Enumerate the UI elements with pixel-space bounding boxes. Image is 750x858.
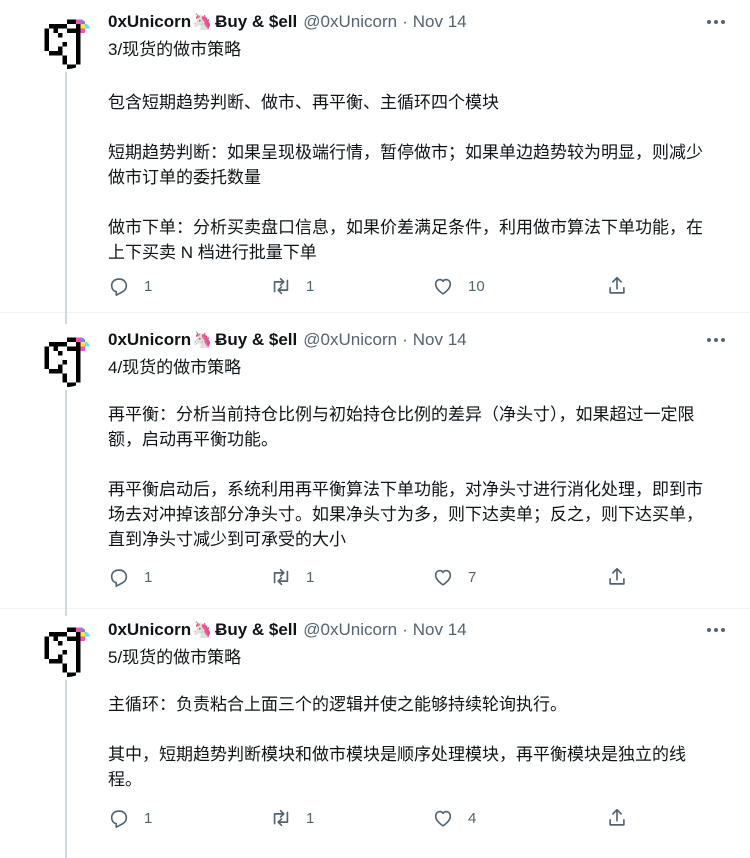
tweet-header: 0xUnicorn 🦄 Ƀuy & $ell @0xUnicorn · Nov …: [108, 328, 730, 352]
share-button[interactable]: [606, 275, 628, 297]
share-icon: [609, 808, 625, 826]
tweet-timestamp[interactable]: Nov 14: [413, 330, 467, 350]
author-name-suffix[interactable]: Ƀuy & $ell: [215, 620, 297, 640]
more-options-button[interactable]: [704, 328, 728, 352]
author-name-suffix[interactable]: Ƀuy & $ell: [215, 12, 297, 32]
retweet-count: 1: [306, 809, 315, 827]
tweet[interactable]: 0xUnicorn 🦄 Ƀuy & $ell @0xUnicorn · Nov …: [0, 0, 750, 313]
retweet-button[interactable]: 1: [270, 566, 314, 588]
tweet-title: 3/现货的做市策略: [108, 40, 242, 59]
separator-dot: ·: [402, 620, 408, 639]
thread-connector-line: [65, 608, 67, 616]
share-icon: [609, 567, 625, 585]
tweet-paragraph: 做市下单：分析买卖盘口信息，如果价差满足条件，利用做市算法下单功能，在上下买卖 …: [108, 218, 703, 262]
tweet-body: 包含短期趋势判断、做市、再平衡、主循环四个模块 短期趋势判断：如果呈现极端行情，…: [108, 90, 718, 290]
tweet-body: 主循环：负责粘合上面三个的逻辑并使之能够持续轮询执行。 其中，短期趋势判断模块和…: [108, 692, 718, 817]
share-button[interactable]: [606, 566, 628, 588]
tweet-actions: 1 1 7: [108, 565, 628, 589]
like-button[interactable]: 4: [432, 807, 476, 829]
more-horizontal-icon: [707, 338, 725, 342]
tweet-header: 0xUnicorn 🦄 Ƀuy & $ell @0xUnicorn · Nov …: [108, 618, 730, 642]
thread-connector-line: [65, 390, 67, 608]
tweet-paragraph: 其中，短期趋势判断模块和做市模块是顺序处理模块，再平衡模块是独立的线程。: [108, 745, 686, 789]
tweet-actions: 1 1 10: [108, 274, 628, 298]
reply-icon: [110, 278, 128, 296]
like-count: 4: [468, 809, 477, 827]
reply-button[interactable]: 1: [108, 566, 152, 588]
unicorn-emoji-icon: 🦄: [192, 14, 213, 31]
tweet-timestamp[interactable]: Nov 14: [413, 12, 467, 32]
retweet-icon: [273, 568, 289, 586]
retweet-button[interactable]: 1: [270, 275, 314, 297]
avatar[interactable]: [40, 15, 94, 69]
retweet-icon: [273, 809, 289, 827]
more-horizontal-icon: [707, 20, 725, 24]
tweet-header: 0xUnicorn 🦄 Ƀuy & $ell @0xUnicorn · Nov …: [108, 10, 730, 34]
unicorn-pixel-avatar-icon: [44, 337, 90, 387]
unicorn-emoji-icon: 🦄: [192, 622, 213, 639]
reply-count: 1: [144, 277, 153, 295]
tweet-actions: 1 1 4: [108, 806, 628, 830]
avatar[interactable]: [40, 333, 94, 387]
retweet-count: 1: [306, 277, 315, 295]
like-count: 10: [468, 277, 485, 295]
thread-connector-line: [65, 312, 67, 324]
author-handle[interactable]: @0xUnicorn: [303, 12, 397, 32]
like-button[interactable]: 10: [432, 275, 485, 297]
separator-dot: ·: [402, 330, 408, 349]
share-icon: [609, 276, 625, 294]
author-name[interactable]: 0xUnicorn: [108, 330, 191, 350]
thread-connector-line: [65, 680, 67, 858]
reply-count: 1: [144, 809, 153, 827]
more-options-button[interactable]: [704, 10, 728, 34]
tweet-paragraph: 主循环：负责粘合上面三个的逻辑并使之能够持续轮询执行。: [108, 695, 567, 714]
retweet-count: 1: [306, 568, 315, 586]
retweet-button[interactable]: 1: [270, 807, 314, 829]
unicorn-pixel-avatar-icon: [44, 627, 90, 677]
tweet-paragraph: 再平衡：分析当前持仓比例与初始持仓比例的差异（净头寸），如果超过一定限额，启动再…: [108, 405, 695, 449]
author-handle[interactable]: @0xUnicorn: [303, 620, 397, 640]
reply-button[interactable]: 1: [108, 275, 152, 297]
avatar[interactable]: [40, 623, 94, 677]
tweet-paragraph: 短期趋势判断：如果呈现极端行情，暂停做市；如果单边趋势较为明显，则减少做市订单的…: [108, 143, 703, 187]
reply-count: 1: [144, 568, 153, 586]
author-handle[interactable]: @0xUnicorn: [303, 330, 397, 350]
unicorn-pixel-avatar-icon: [44, 19, 90, 69]
tweet-paragraph: 包含短期趋势判断、做市、再平衡、主循环四个模块: [108, 93, 499, 112]
reply-icon: [110, 810, 128, 828]
heart-icon: [434, 569, 452, 586]
heart-icon: [434, 278, 452, 295]
thread-connector-line: [65, 72, 67, 312]
tweet-paragraph: 再平衡启动后，系统利用再平衡算法下单功能，对净头寸进行消化处理，即到市场去对冲掉…: [108, 480, 703, 549]
reply-icon: [110, 569, 128, 587]
separator-dot: ·: [402, 12, 408, 31]
tweet-body: 再平衡：分析当前持仓比例与初始持仓比例的差异（净头寸），如果超过一定限额，启动再…: [108, 402, 718, 577]
share-button[interactable]: [606, 807, 628, 829]
retweet-icon: [273, 277, 289, 295]
like-button[interactable]: 7: [432, 566, 476, 588]
heart-icon: [434, 810, 452, 827]
author-name[interactable]: 0xUnicorn: [108, 12, 191, 32]
author-name-suffix[interactable]: Ƀuy & $ell: [215, 330, 297, 350]
tweet-thread: 0xUnicorn 🦄 Ƀuy & $ell @0xUnicorn · Nov …: [0, 0, 750, 858]
tweet[interactable]: 0xUnicorn 🦄 Ƀuy & $ell @0xUnicorn · Nov …: [0, 312, 750, 609]
tweet[interactable]: 0xUnicorn 🦄 Ƀuy & $ell @0xUnicorn · Nov …: [0, 608, 750, 858]
author-name[interactable]: 0xUnicorn: [108, 620, 191, 640]
more-horizontal-icon: [707, 628, 725, 632]
tweet-timestamp[interactable]: Nov 14: [413, 620, 467, 640]
unicorn-emoji-icon: 🦄: [192, 332, 213, 349]
tweet-title: 5/现货的做市策略: [108, 648, 242, 667]
like-count: 7: [468, 568, 477, 586]
tweet-title: 4/现货的做市策略: [108, 358, 242, 377]
more-options-button[interactable]: [704, 618, 728, 642]
reply-button[interactable]: 1: [108, 807, 152, 829]
